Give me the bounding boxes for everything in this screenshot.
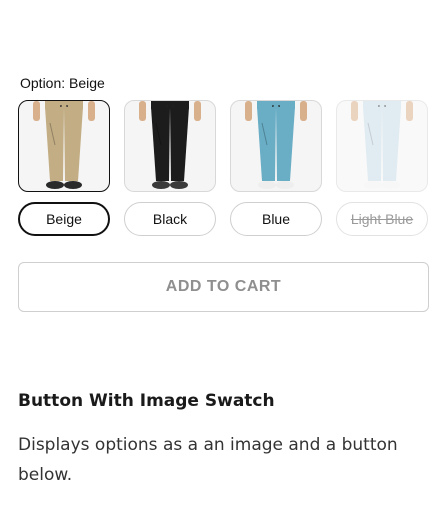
swatch-light-blue[interactable]: Light Blue (336, 100, 428, 236)
shoe-left (152, 181, 170, 189)
pants-image (139, 101, 201, 189)
hand-right (194, 101, 201, 121)
shoe-left (258, 181, 276, 189)
swatch-button-beige[interactable]: Beige (18, 202, 110, 236)
add-to-cart-button[interactable]: ADD TO CART (18, 262, 429, 312)
hand-right (88, 101, 95, 121)
swatch-blue[interactable]: Blue (230, 100, 322, 236)
shoe-right (382, 181, 400, 189)
shoe-right (170, 181, 188, 189)
leg-right (170, 107, 189, 181)
hand-left (139, 101, 146, 121)
leg-right (276, 107, 295, 181)
product-image-beige[interactable] (18, 100, 110, 192)
swatch-black[interactable]: Black (124, 100, 216, 236)
swatch-button-light-blue[interactable]: Light Blue (336, 202, 428, 236)
option-label: Option: Beige (20, 75, 105, 91)
product-image-black[interactable] (124, 100, 216, 192)
pants-image (351, 101, 413, 189)
swatch-button-blue[interactable]: Blue (230, 202, 322, 236)
section-description: Displays options as a an image and a but… (18, 435, 398, 485)
hand-right (300, 101, 307, 121)
leg-right (382, 107, 401, 181)
shoe-left (364, 181, 382, 189)
shoe-right (276, 181, 294, 189)
section-title: Button With Image Swatch (18, 391, 275, 411)
product-image-blue[interactable] (230, 100, 322, 192)
swatch-list: Beige Black Blue Light Blue (18, 100, 428, 236)
shoe-right (64, 181, 82, 189)
swatch-button-black[interactable]: Black (124, 202, 216, 236)
hand-right (406, 101, 413, 121)
leg-right (64, 107, 83, 181)
pants-image (245, 101, 307, 189)
hand-left (351, 101, 358, 121)
hand-left (245, 101, 252, 121)
hand-left (33, 101, 40, 121)
shoe-left (46, 181, 64, 189)
product-image-light-blue[interactable] (336, 100, 428, 192)
pants-image (33, 101, 95, 189)
swatch-beige[interactable]: Beige (18, 100, 110, 236)
